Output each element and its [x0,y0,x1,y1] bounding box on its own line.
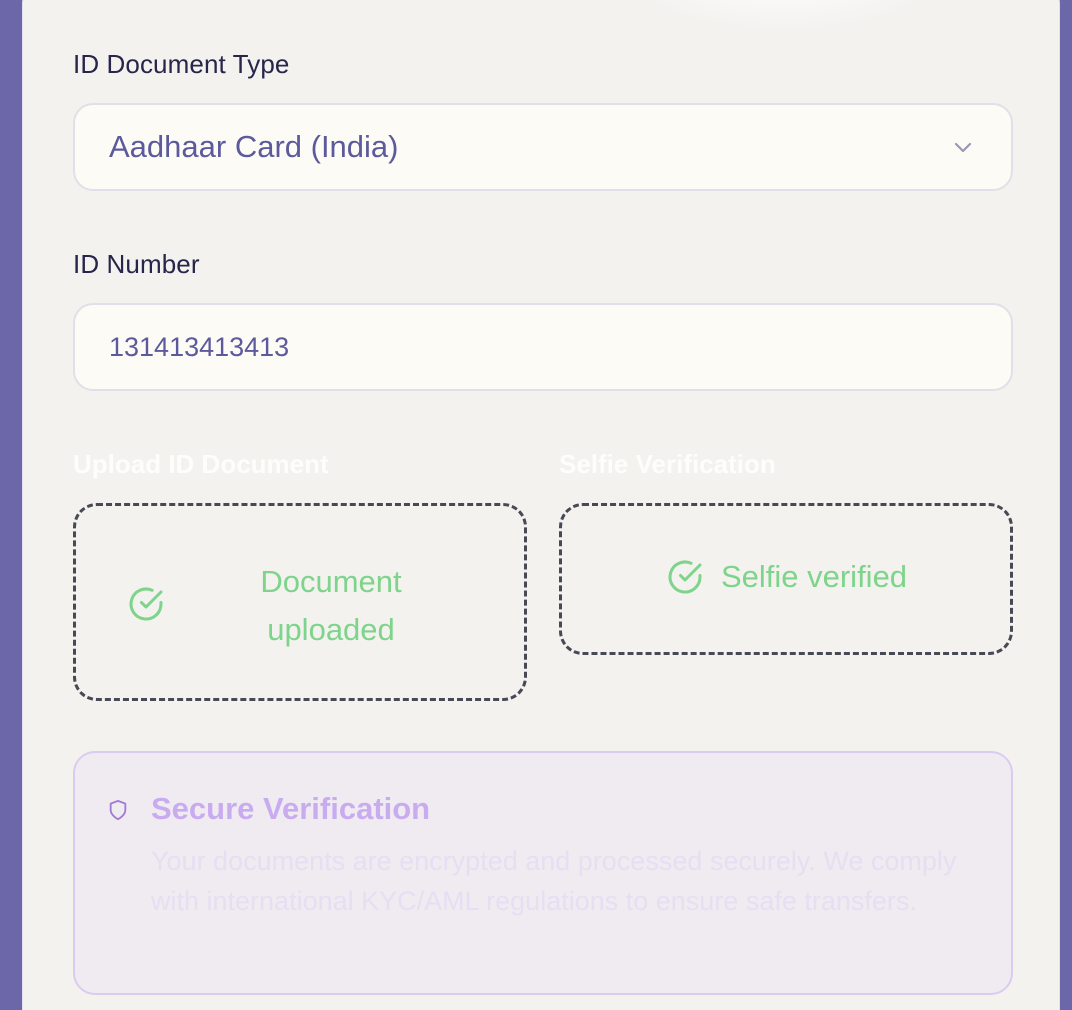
secure-verification-text: Your documents are encrypted and process… [151,846,957,916]
id-number-input[interactable]: 131413413413 [73,303,1013,391]
upload-document-label: Upload ID Document [73,449,329,479]
document-status-line1: Document [260,564,402,599]
check-circle-icon [668,560,702,594]
selfie-upload-zone[interactable]: Selfie verified [559,503,1013,655]
selfie-status: Selfie verified [665,557,907,597]
chevron-down-icon [954,142,972,153]
document-upload-status: Document uploaded [226,558,436,654]
secure-verification-notice: Secure Verification Your documents are e… [73,751,1013,995]
id-number-label: ID Number [73,249,200,279]
secure-verification-title: Secure Verification [151,791,431,826]
selfie-status-text: Selfie verified [720,559,908,594]
id-type-selected-value: Aadhaar Card (India) [109,129,399,164]
shield-icon [109,799,127,821]
card-glow [623,0,943,31]
document-upload-zone[interactable]: Document uploaded [73,503,527,701]
id-type-label: ID Document Type [73,49,290,79]
document-status-line2: uploaded [267,612,395,647]
id-number-value: 131413413413 [109,331,290,362]
id-type-select[interactable]: Aadhaar Card (India) [73,103,1013,191]
kyc-form-card: ID Document Type Aadhaar Card (India) ID… [22,0,1060,1010]
check-circle-icon [129,587,163,621]
selfie-verification-label: Selfie Verification [559,449,776,479]
